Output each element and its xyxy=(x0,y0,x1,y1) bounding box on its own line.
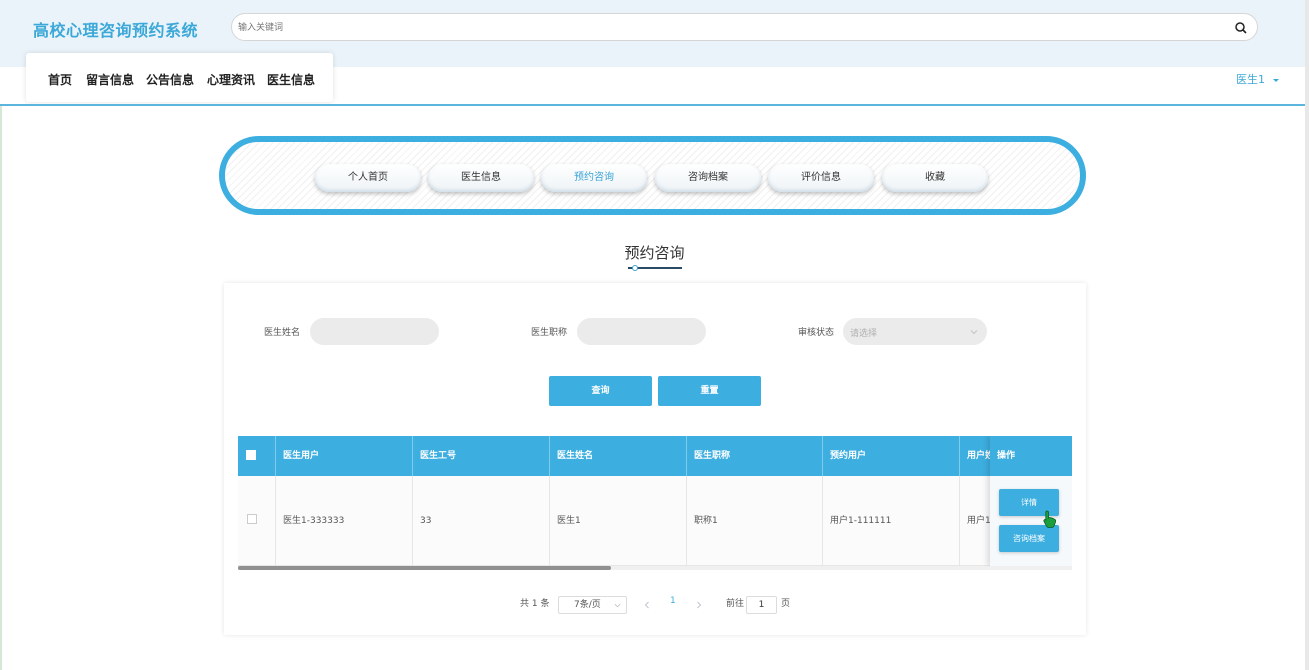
cell-doctor-no: 33 xyxy=(413,476,550,566)
current-page-number[interactable]: 1 xyxy=(670,596,676,606)
chevron-down-icon xyxy=(614,603,621,608)
table-header: 医生用户 医生工号 医生姓名 医生职称 预约用户 用户姓 xyxy=(238,436,1072,476)
caret-down-icon xyxy=(1272,79,1279,82)
reset-button[interactable]: 重置 xyxy=(658,376,761,406)
tab-consult-records[interactable]: 咨询档案 xyxy=(655,164,761,192)
nav-item-psych-news[interactable]: 心理资讯 xyxy=(207,71,255,88)
cell-doctor-name: 医生1 xyxy=(550,476,687,566)
page-title: 预约咨询 xyxy=(624,244,685,262)
prev-page-icon[interactable] xyxy=(643,601,651,609)
cell-booking-user: 用户1-111111 xyxy=(823,476,960,566)
select-all-checkbox[interactable] xyxy=(246,450,256,460)
header-select-cell xyxy=(238,436,276,476)
pagination-total: 共 1 条 xyxy=(520,599,550,609)
page-scrollbar[interactable] xyxy=(1305,0,1309,670)
review-status-select[interactable]: 请选择 xyxy=(843,318,987,345)
search-icon[interactable] xyxy=(1233,20,1249,36)
doctor-name-input[interactable] xyxy=(310,318,439,345)
user-name: 医生1 xyxy=(1236,73,1265,86)
appointment-table: 医生用户 医生工号 医生姓名 医生职称 预约用户 用户姓 医生1-333333 … xyxy=(238,436,1072,570)
query-button[interactable]: 查询 xyxy=(549,376,652,406)
table-row: 医生1-333333 33 医生1 职称1 用户1-111111 用户1 xyxy=(238,476,1072,566)
col-doctor-name[interactable]: 医生姓名 xyxy=(550,436,687,476)
goto-label: 前往 xyxy=(726,599,745,609)
next-page-icon[interactable] xyxy=(695,601,703,609)
doctor-title-input[interactable] xyxy=(577,318,706,345)
doctor-title-label: 医生职称 xyxy=(531,328,568,338)
nav-item-home[interactable]: 首页 xyxy=(48,71,72,88)
col-doctor-user[interactable]: 医生用户 xyxy=(276,436,413,476)
goto-page-input[interactable]: 1 xyxy=(746,596,777,614)
search-bar[interactable] xyxy=(231,13,1258,41)
row-checkbox[interactable] xyxy=(247,514,257,524)
search-input[interactable] xyxy=(238,20,1198,36)
table-scroll-thumb[interactable] xyxy=(238,566,611,570)
col-doctor-title[interactable]: 医生职称 xyxy=(687,436,823,476)
tab-doctor-info[interactable]: 医生信息 xyxy=(428,164,534,192)
tab-appointment[interactable]: 预约咨询 xyxy=(541,164,647,192)
nav-item-doctor-info[interactable]: 医生信息 xyxy=(267,71,315,88)
nav-item-announcements[interactable]: 公告信息 xyxy=(146,71,194,88)
cell-doctor-title: 职称1 xyxy=(687,476,823,566)
nav-divider xyxy=(0,104,1305,106)
app-title[interactable]: 高校心理咨询预约系统 xyxy=(33,17,198,41)
page-suffix: 页 xyxy=(781,599,791,609)
review-status-label: 审核状态 xyxy=(798,328,835,338)
center-tab-strip: 个人首页 医生信息 预约咨询 咨询档案 评价信息 收藏 xyxy=(219,136,1086,215)
col-doctor-no[interactable]: 医生工号 xyxy=(413,436,550,476)
cell-doctor-user: 医生1-333333 xyxy=(276,476,413,566)
col-actions: 操作 xyxy=(990,436,1072,476)
hand-cursor-icon xyxy=(1043,510,1057,528)
page-size-value: 7条/页 xyxy=(574,600,601,610)
page-size-select[interactable]: 7条/页 xyxy=(558,596,627,614)
tab-reviews[interactable]: 评价信息 xyxy=(768,164,874,192)
row-select-cell xyxy=(238,476,276,566)
actions-column: 操作 详情 咨询档案 xyxy=(990,436,1072,566)
user-menu[interactable]: 医生1 xyxy=(1236,71,1280,87)
consult-record-button[interactable]: 咨询档案 xyxy=(999,525,1059,552)
col-booking-user[interactable]: 预约用户 xyxy=(823,436,960,476)
title-dot xyxy=(632,265,638,271)
chevron-down-icon xyxy=(970,330,978,335)
review-status-placeholder: 请选择 xyxy=(850,329,878,339)
tab-personal-home[interactable]: 个人首页 xyxy=(315,164,421,192)
doctor-name-label: 医生姓名 xyxy=(264,328,301,338)
nav-item-messages[interactable]: 留言信息 xyxy=(86,71,134,88)
content-panel: 医生姓名 医生职称 审核状态 请选择 查询 重置 医生用户 医生工号 医生姓名 … xyxy=(224,283,1086,635)
left-edge xyxy=(0,106,2,670)
main-nav: 首页 留言信息 公告信息 心理资讯 医生信息 xyxy=(26,53,333,102)
tab-favorites[interactable]: 收藏 xyxy=(882,164,988,192)
